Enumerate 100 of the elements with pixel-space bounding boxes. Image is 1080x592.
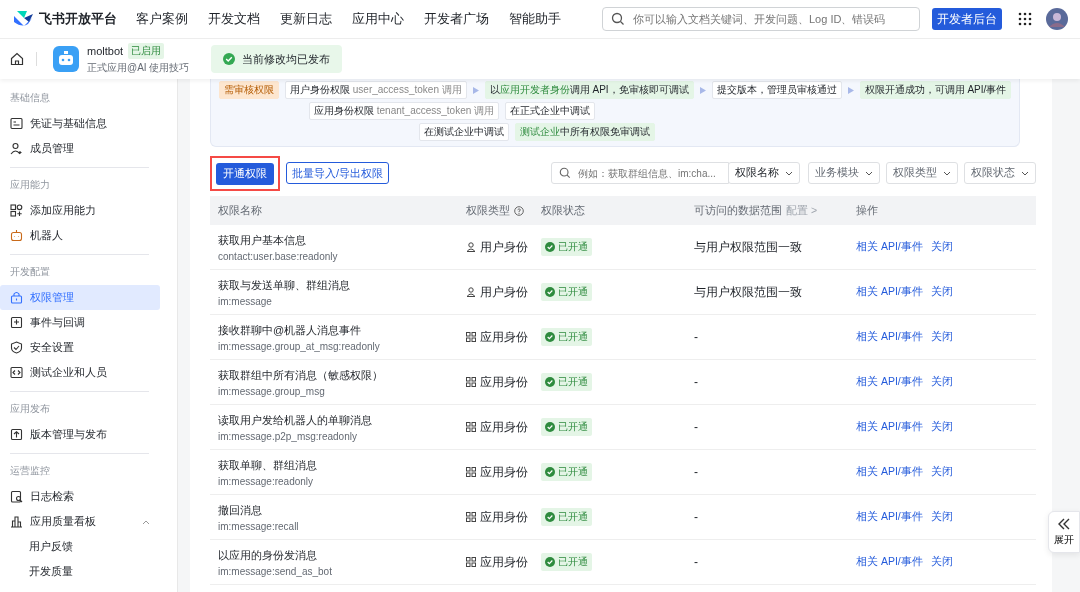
status-tag: 已开通 xyxy=(541,553,592,571)
permission-scope: im:message:send_as_bot xyxy=(218,565,332,577)
check-circle-icon xyxy=(223,53,236,65)
column-header: 可访问的数据范围 xyxy=(694,203,782,218)
action-link[interactable]: 关闭 xyxy=(930,240,953,254)
import-export-button[interactable]: 批量导入/导出权限 xyxy=(286,162,390,184)
permission-type: 应用身份 xyxy=(480,463,528,481)
check-circle-icon xyxy=(545,422,555,432)
check-circle-icon xyxy=(545,377,555,387)
console-button[interactable]: 开发者后台 xyxy=(932,8,1002,30)
collapse-caret-icon[interactable] xyxy=(142,518,150,525)
permission-type: 应用身份 xyxy=(480,553,528,571)
sidebar-item[interactable]: 安全设置 xyxy=(0,335,160,360)
permission-scope: contact:user.base:readonly xyxy=(218,250,338,262)
sidebar-item[interactable]: 应用质量看板 xyxy=(0,509,160,534)
check-circle-icon xyxy=(545,287,555,297)
sidebar-item[interactable]: 版本管理与发布 xyxy=(0,422,160,447)
flow-node: 提交版本，管理员审核通过 xyxy=(711,81,842,99)
action-link[interactable]: 关闭 xyxy=(930,375,953,389)
status-tag: 已开通 xyxy=(541,238,592,256)
status-tag: 已开通 xyxy=(541,463,592,481)
sidebar-section-title: 应用发布 xyxy=(9,402,51,416)
expand-button[interactable]: 展开 xyxy=(1048,511,1080,553)
status-tag: 已开通 xyxy=(541,508,592,526)
filter-dropdown[interactable]: 权限状态 xyxy=(964,162,1036,184)
notice-text: 当前修改均已发布 xyxy=(242,51,331,67)
check-circle-icon xyxy=(545,467,555,477)
filter-dropdown[interactable]: 业务模块 xyxy=(808,162,880,184)
action-link[interactable]: 相关 API/事件 xyxy=(856,465,923,479)
sidebar-subitem[interactable]: 开发质量 xyxy=(0,559,177,584)
data-range: 与用户权限范围一致 xyxy=(694,283,802,301)
avatar[interactable] xyxy=(1046,8,1068,30)
check-circle-icon xyxy=(545,242,555,252)
action-link[interactable]: 关闭 xyxy=(930,555,953,569)
brand-name[interactable]: 飞书开放平台 xyxy=(39,10,117,28)
sidebar-item[interactable]: 事件与回调 xyxy=(0,310,160,335)
arrow-icon xyxy=(699,86,706,94)
action-link[interactable]: 关闭 xyxy=(930,330,953,344)
flow-node: 应用身份权限 tenant_access_token 调用 xyxy=(309,102,500,120)
action-link[interactable]: 相关 API/事件 xyxy=(856,555,923,569)
sidebar-item[interactable]: 机器人 xyxy=(0,223,160,248)
sidebar-item[interactable]: 测试企业和人员 xyxy=(0,360,160,385)
filter-dropdown[interactable]: 权限类型 xyxy=(886,162,958,184)
status-tag: 已开通 xyxy=(541,373,592,391)
chart-icon xyxy=(10,515,23,528)
sidebar-subitem[interactable]: 用户反馈 xyxy=(0,534,177,559)
search-field[interactable]: 你可以输入文档关键词、开发问题、Log ID、错误码 xyxy=(602,7,920,31)
permission-type: 应用身份 xyxy=(480,328,528,346)
grid-icon xyxy=(466,377,476,387)
sidebar-item[interactable]: 添加应用能力 xyxy=(0,198,160,223)
action-link[interactable]: 相关 API/事件 xyxy=(856,240,923,254)
robot-icon xyxy=(10,229,23,242)
search-icon xyxy=(559,167,571,179)
action-link[interactable]: 关闭 xyxy=(930,510,953,524)
permission-name: 获取与发送单聊、群组消息 xyxy=(218,277,350,293)
search-field-dropdown[interactable]: 权限名称 xyxy=(728,162,800,184)
grant-permission-button[interactable]: 开通权限 xyxy=(216,162,274,185)
data-range: 与用户权限范围一致 xyxy=(694,238,802,256)
sidebar-item[interactable]: 成员管理 xyxy=(0,136,160,161)
shield-icon xyxy=(10,341,23,354)
status-tag: 已开通 xyxy=(541,328,592,346)
action-link[interactable]: 关闭 xyxy=(930,420,953,434)
data-range: - xyxy=(694,330,698,344)
action-link[interactable]: 相关 API/事件 xyxy=(856,330,923,344)
action-link[interactable]: 相关 API/事件 xyxy=(856,285,923,299)
permission-scope: im:message:readonly xyxy=(218,475,314,487)
grid-icon xyxy=(466,512,476,522)
flow-node: 在测试企业中调试 xyxy=(419,123,509,141)
action-link[interactable]: 相关 API/事件 xyxy=(856,375,923,389)
action-link[interactable]: 相关 API/事件 xyxy=(856,510,923,524)
permission-name: 撤回消息 xyxy=(218,502,262,518)
column-header: 操作 xyxy=(856,203,878,218)
nav-link[interactable]: 智能助手 xyxy=(509,10,561,28)
user-icon xyxy=(466,242,476,252)
code-icon xyxy=(10,366,23,379)
search-icon xyxy=(611,12,625,26)
flow-node: 在正式企业中调试 xyxy=(505,102,596,120)
user-icon xyxy=(10,142,23,155)
action-link[interactable]: 关闭 xyxy=(930,465,953,479)
check-circle-icon xyxy=(545,557,555,567)
data-range: - xyxy=(694,555,698,569)
sidebar-item[interactable]: 凭证与基础信息 xyxy=(0,111,160,136)
permission-search-field[interactable]: 例如：获取群组信息、im:cha... xyxy=(551,162,729,184)
app-robot-icon xyxy=(53,46,79,72)
nav-link[interactable]: 应用中心 xyxy=(352,10,404,28)
permission-name: 以应用的身份发消息 xyxy=(218,547,317,563)
sidebar-section-title: 开发配置 xyxy=(9,265,51,279)
grid-icon xyxy=(466,557,476,567)
nav-link[interactable]: 开发文档 xyxy=(208,10,260,28)
home-icon[interactable] xyxy=(10,52,24,66)
action-link[interactable]: 相关 API/事件 xyxy=(856,420,923,434)
nav-link[interactable]: 客户案例 xyxy=(136,10,188,28)
sidebar-item[interactable]: 权限管理 xyxy=(0,285,160,310)
sidebar-item[interactable]: 日志检索 xyxy=(0,484,160,509)
nav-link[interactable]: 开发者广场 xyxy=(424,10,489,28)
apps-grid-icon[interactable] xyxy=(1018,12,1032,26)
nav-link[interactable]: 更新日志 xyxy=(280,10,332,28)
help-icon[interactable] xyxy=(514,205,524,216)
action-link[interactable]: 关闭 xyxy=(930,285,953,299)
card-icon xyxy=(10,117,23,130)
